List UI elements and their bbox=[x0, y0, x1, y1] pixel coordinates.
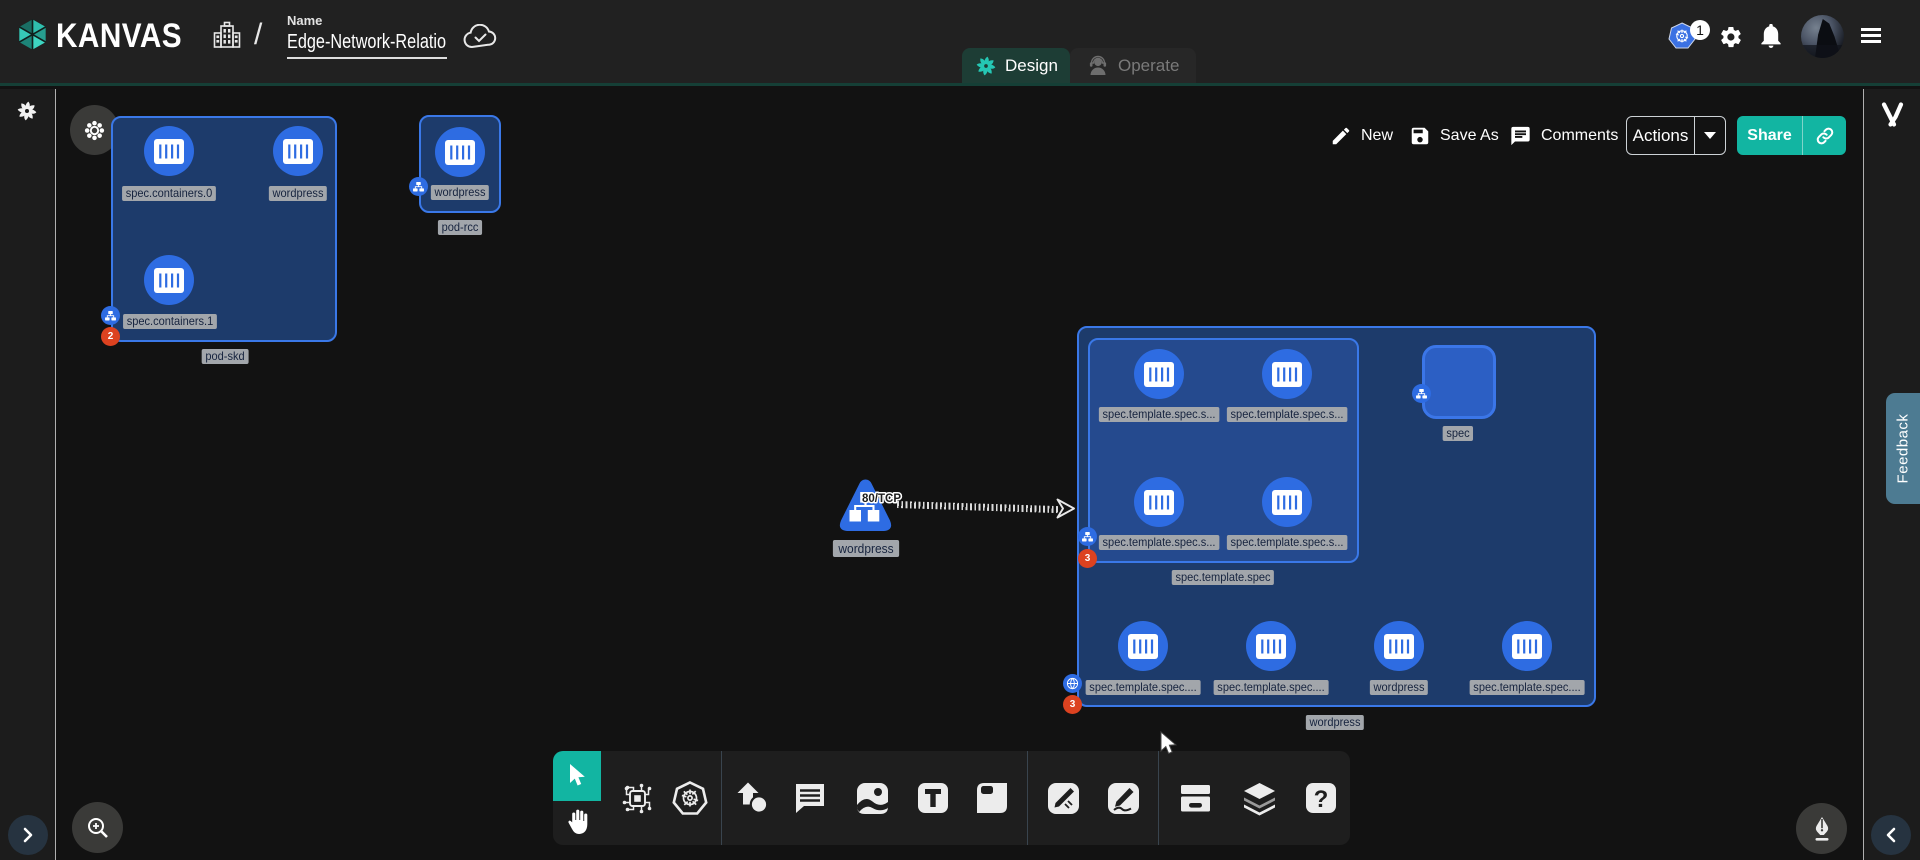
svg-text:1: 1 bbox=[1696, 22, 1704, 38]
svg-text:80/TCP: 80/TCP bbox=[862, 493, 901, 505]
svg-text:?: ? bbox=[1314, 786, 1329, 813]
